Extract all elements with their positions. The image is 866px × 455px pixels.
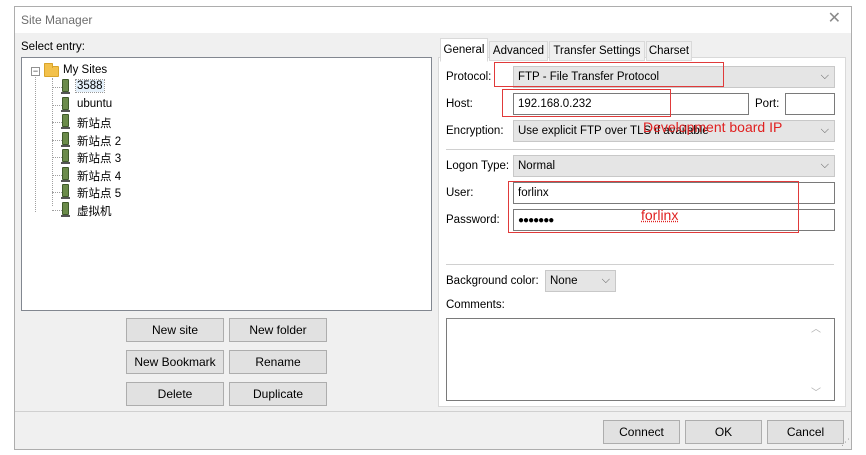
site-manager-dialog: Site Manager ✕ Select entry: − My Sites … [14, 6, 852, 450]
duplicate-button[interactable]: Duplicate [229, 382, 327, 406]
tree-item-label: 新站点 [77, 118, 112, 130]
server-icon [61, 149, 70, 164]
password-label: Password: [446, 214, 500, 226]
server-icon [61, 114, 70, 129]
window-title: Site Manager [21, 13, 93, 27]
server-icon [61, 202, 70, 217]
rename-button[interactable]: Rename [229, 350, 327, 374]
divider [446, 149, 834, 150]
title-bar: Site Manager ✕ [15, 7, 851, 33]
tree-guide-line [52, 78, 53, 206]
chevron-down-icon: ⌵ [820, 124, 829, 136]
tree-item-label: ubuntu [77, 98, 113, 110]
logon-type-value: Normal [518, 160, 556, 172]
host-annotation: Development board IP [643, 119, 783, 135]
scroll-down-icon[interactable]: ﹀ [811, 384, 821, 399]
logon-type-label: Logon Type: [446, 160, 510, 172]
ok-button[interactable]: OK [685, 420, 762, 444]
delete-button[interactable]: Delete [126, 382, 224, 406]
cancel-button[interactable]: Cancel [767, 420, 844, 444]
close-icon[interactable]: ✕ [828, 10, 841, 28]
tree-item-label: 新站点 5 [77, 188, 122, 200]
chevron-down-icon: ⌵ [820, 159, 829, 171]
connect-button[interactable]: Connect [603, 420, 680, 444]
host-label: Host: [446, 98, 473, 110]
background-color-value: None [550, 275, 578, 287]
tree-item-label: 3588 [75, 79, 105, 93]
host-highlight-box [502, 89, 671, 117]
encryption-label: Encryption: [446, 125, 504, 137]
scroll-up-icon[interactable]: ︿ [811, 320, 821, 335]
protocol-highlight-box [494, 62, 724, 87]
password-annotation: forlinx [641, 207, 679, 223]
server-icon [61, 79, 70, 94]
server-icon [61, 132, 70, 147]
new-bookmark-button[interactable]: New Bookmark [126, 350, 224, 374]
server-icon [61, 184, 70, 199]
tree-root-label[interactable]: My Sites [62, 64, 108, 76]
protocol-label: Protocol: [446, 71, 492, 83]
collapse-expander-icon[interactable]: − [31, 67, 40, 76]
port-input[interactable] [785, 93, 835, 115]
tab-charset[interactable]: Charset [646, 41, 692, 61]
footer-divider [15, 411, 851, 412]
user-label: User: [446, 187, 474, 199]
chevron-down-icon: ⌵ [820, 70, 829, 82]
server-icon [61, 97, 70, 112]
tree-item-label: 虚拟机 [77, 206, 112, 218]
new-folder-button[interactable]: New folder [229, 318, 327, 342]
logon-type-select[interactable]: Normal ⌵ [513, 155, 835, 177]
server-icon [61, 167, 70, 182]
comments-textarea[interactable] [446, 318, 835, 401]
tree-item-label: 新站点 4 [77, 171, 122, 183]
resize-grip-icon[interactable]: ⋰ [841, 437, 850, 448]
folder-icon [44, 63, 59, 77]
new-site-button[interactable]: New site [126, 318, 224, 342]
port-label: Port: [755, 98, 780, 110]
divider [446, 264, 834, 265]
tree-item-label: 新站点 2 [77, 136, 122, 148]
chevron-down-icon: ⌵ [601, 274, 610, 286]
comments-label: Comments: [446, 299, 505, 311]
background-color-label: Background color: [446, 275, 539, 287]
tree-item-label: 新站点 3 [77, 153, 122, 165]
select-entry-label: Select entry: [21, 41, 85, 53]
site-tree[interactable]: − My Sites 3588 ubuntu 新站点 新站点 2 新站点 3 新… [21, 57, 432, 311]
tree-guide-line [35, 72, 36, 212]
tab-general[interactable]: General [440, 38, 488, 62]
tab-transfer-settings[interactable]: Transfer Settings [549, 41, 645, 61]
background-color-select[interactable]: None ⌵ [545, 270, 616, 292]
tab-advanced[interactable]: Advanced [489, 41, 548, 61]
